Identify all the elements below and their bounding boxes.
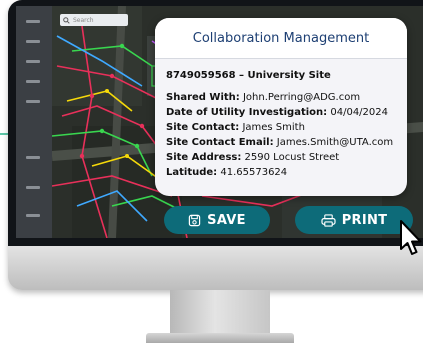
search-icon: [63, 16, 70, 24]
field-value: James.Smith@UTA.com: [276, 137, 394, 148]
field-value: 04/04/2024: [330, 107, 388, 118]
print-button[interactable]: PRINT: [295, 206, 413, 234]
sidebar-tool-icon[interactable]: [26, 80, 40, 83]
sidebar-tool-icon[interactable]: [26, 214, 40, 217]
map-search-input[interactable]: Search: [60, 14, 128, 26]
save-button-label: SAVE: [207, 212, 246, 228]
field-site-contact: Site Contact: James Smith: [166, 120, 397, 135]
site-title: 8749059568 – University Site: [166, 70, 331, 81]
field-site-contact-email: Site Contact Email: James.Smith@UTA.com: [166, 135, 397, 150]
panel-title: Collaboration Management: [192, 30, 370, 46]
map-sidebar: [16, 6, 53, 238]
print-button-label: PRINT: [341, 212, 388, 228]
sidebar-tool-icon[interactable]: [26, 186, 40, 189]
field-value: James Smith: [242, 122, 305, 133]
field-label: Site Address:: [166, 152, 242, 163]
panel-body: 8749059568 – University Site Shared With…: [155, 59, 407, 180]
sidebar-tool-icon[interactable]: [26, 60, 40, 63]
save-icon: [188, 214, 201, 226]
field-value: 41.65573624: [220, 167, 288, 178]
stage: Search Collaboration Management 87490595…: [0, 0, 423, 343]
sidebar-tool-icon[interactable]: [26, 100, 40, 103]
field-label: Date of Utility Investigation:: [166, 107, 328, 118]
mouse-pointer-icon: [400, 220, 422, 255]
field-label: Site Contact:: [166, 122, 240, 133]
map-search-placeholder: Search: [73, 16, 94, 24]
field-investigation-date: Date of Utility Investigation: 04/04/202…: [166, 105, 397, 120]
monitor-stand-neck: [170, 290, 270, 334]
field-site-address: Site Address: 2590 Locust Street: [166, 150, 397, 165]
panel-header: Collaboration Management: [155, 18, 407, 59]
field-shared-with: Shared With: John.Perring@ADG.com: [166, 90, 397, 105]
field-value: 2590 Locust Street: [244, 152, 340, 163]
monitor-chin: [8, 246, 423, 290]
collaboration-panel: Collaboration Management 8749059568 – Un…: [155, 18, 407, 196]
field-label: Latitude:: [166, 167, 218, 178]
save-button[interactable]: SAVE: [164, 206, 270, 234]
field-value: John.Perring@ADG.com: [242, 92, 361, 103]
sidebar-tool-icon[interactable]: [26, 40, 40, 43]
field-label: Shared With:: [166, 92, 240, 103]
sidebar-tool-icon[interactable]: [26, 156, 40, 159]
field-latitude: Latitude: 41.65573624: [166, 165, 397, 180]
monitor-stand-base: [146, 333, 294, 343]
printer-icon: [321, 213, 336, 227]
field-label: Site Contact Email:: [166, 137, 274, 148]
sidebar-tool-icon[interactable]: [26, 20, 40, 23]
